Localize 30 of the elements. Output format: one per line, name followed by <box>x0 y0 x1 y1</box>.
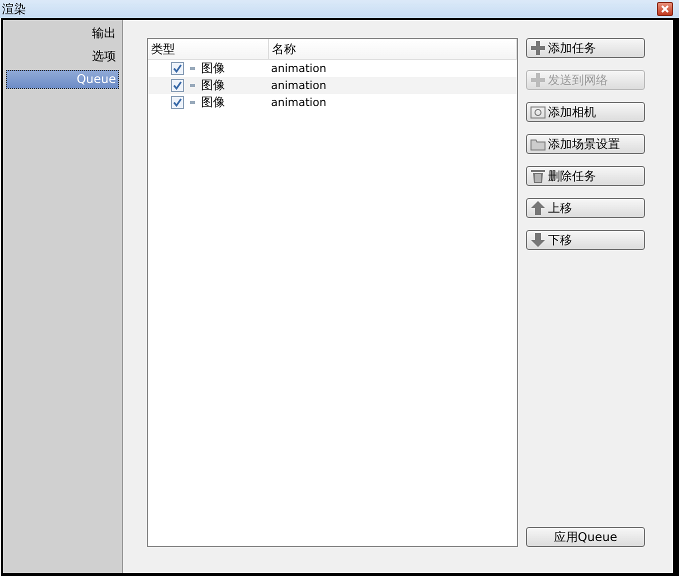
checkbox[interactable] <box>171 62 184 75</box>
camera-icon <box>530 105 546 119</box>
plus-icon <box>530 40 546 56</box>
checkbox[interactable] <box>171 96 184 109</box>
action-button[interactable]: 删除任务 <box>526 166 645 186</box>
folder-icon <box>530 137 546 151</box>
window-title: 渲染 <box>2 0 26 18</box>
column-header[interactable]: 类型 <box>148 39 270 59</box>
checkbox[interactable] <box>171 79 184 92</box>
apply-button[interactable]: 应用Queue <box>526 527 645 547</box>
table-cell-text: animation <box>270 79 326 92</box>
column-header[interactable]: 名称 <box>269 39 517 59</box>
table-cell: 图像 <box>201 94 225 111</box>
sidebar-item[interactable]: 选项 <box>6 47 119 66</box>
close-icon <box>661 5 669 13</box>
table-cell: 图像 <box>201 77 225 94</box>
action-button[interactable]: 下移 <box>526 230 645 250</box>
action-button[interactable]: 添加场景设置 <box>526 134 645 154</box>
trash-icon <box>530 168 546 184</box>
sidebar-item[interactable]: 输出 <box>6 24 119 43</box>
table-cell: 图像 <box>201 60 225 77</box>
action-button[interactable]: 添加任务 <box>526 38 645 58</box>
table-cell-text: animation <box>270 62 326 75</box>
close-button[interactable] <box>657 2 673 16</box>
up-arrow-icon <box>530 200 546 216</box>
down-arrow-icon <box>530 232 546 248</box>
table-cell-text: animation <box>270 96 326 109</box>
action-button[interactable]: 上移 <box>526 198 645 218</box>
action-button[interactable]: 添加相机 <box>526 102 645 122</box>
plus-icon <box>530 72 546 88</box>
